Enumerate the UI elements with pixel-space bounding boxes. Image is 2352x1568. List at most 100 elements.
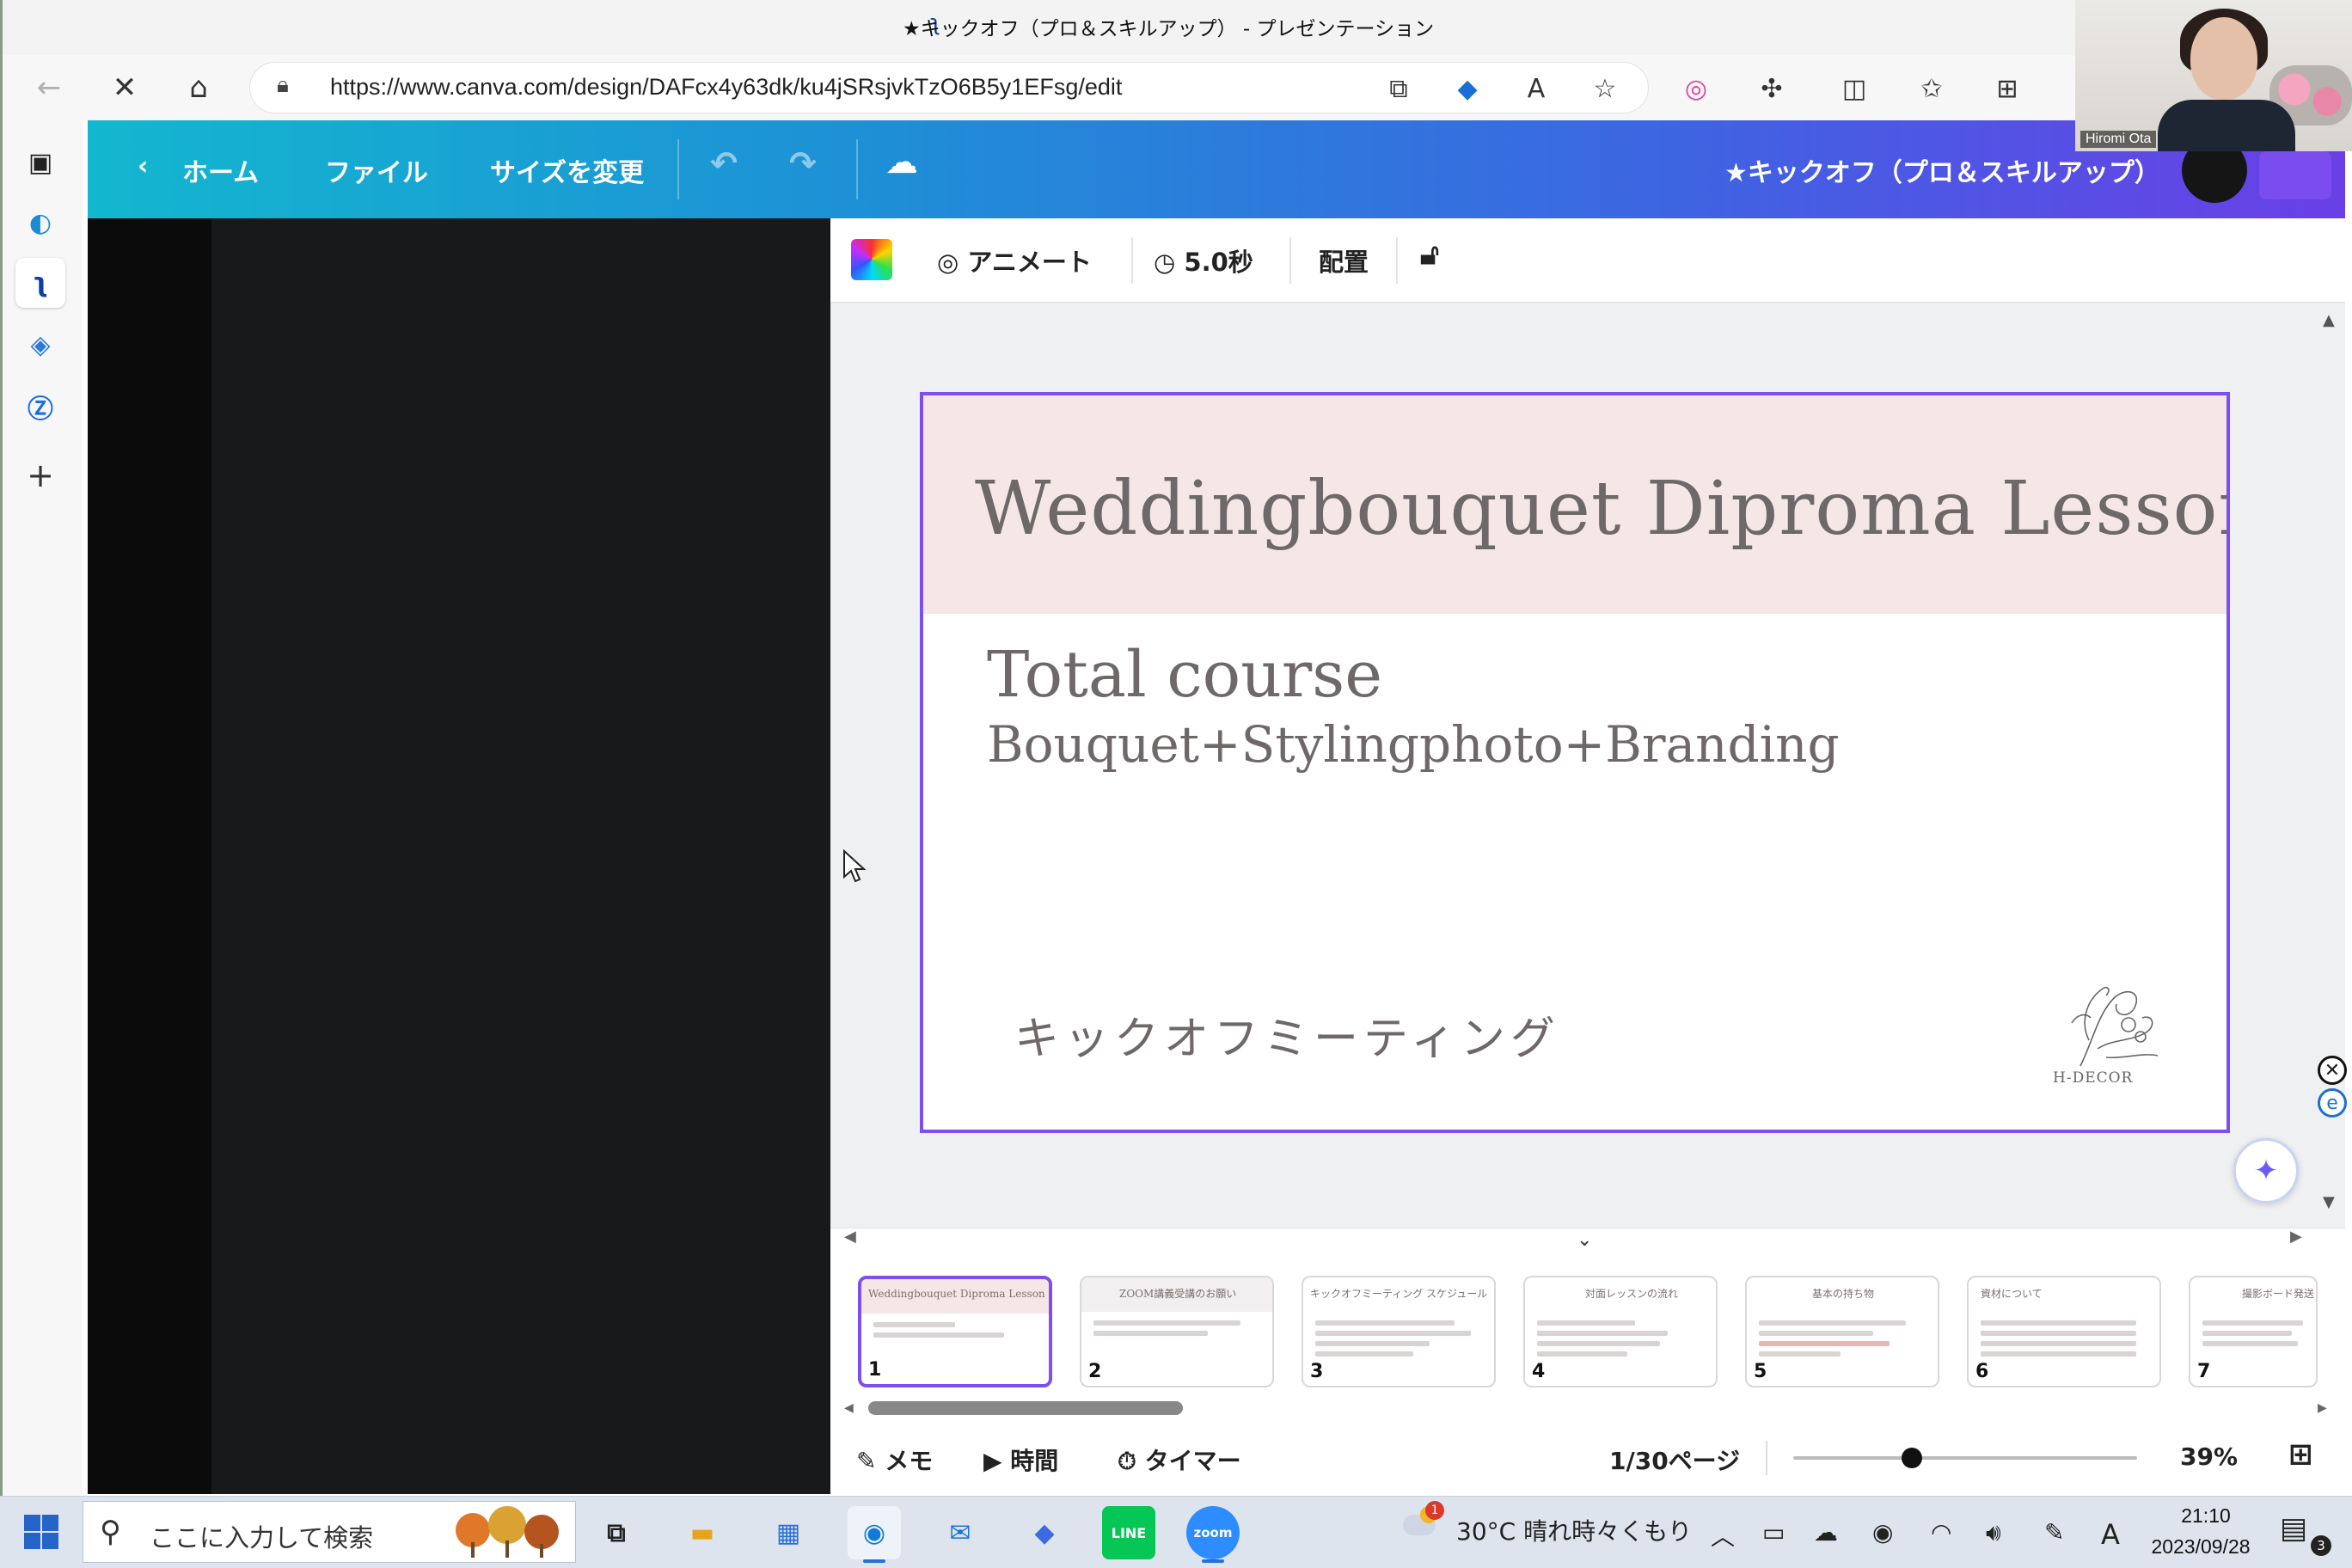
extension-circle-icon[interactable]: ◎ <box>1675 67 1718 110</box>
speaker-icon[interactable]: 🔊︎ <box>1986 1518 2001 1547</box>
scroll-right-icon[interactable]: ▶ <box>2318 1401 2327 1415</box>
collections-icon[interactable]: ⊞ <box>1986 67 2029 110</box>
animate-icon: ◎ <box>937 248 968 277</box>
notes-icon: ✎ <box>856 1447 885 1475</box>
weather-badge: 1 <box>1425 1501 1444 1520</box>
scroll-left-icon[interactable]: ◀ <box>844 1401 854 1415</box>
copilot-icon[interactable]: ◐ <box>15 198 65 248</box>
add-plus-icon[interactable]: + <box>15 450 65 500</box>
design-title[interactable]: ★キックオフ（プロ＆スキルアップ） <box>1724 151 2160 189</box>
timer-button[interactable]: ⏱ タイマー <box>1118 1442 1241 1477</box>
resize-button[interactable]: サイズを変更 <box>490 151 644 189</box>
app-badge-icon[interactable]: ◈ <box>15 320 65 370</box>
favorites-list-icon[interactable]: ✩ <box>1910 67 1953 110</box>
edge-browser-icon[interactable]: ◉ <box>848 1506 901 1563</box>
read-aloud-icon[interactable]: A <box>1515 67 1558 110</box>
undo-icon[interactable]: ↶ <box>710 144 738 182</box>
open-in-app-icon[interactable]: ⧉ <box>1377 67 1420 110</box>
ms-store-icon[interactable]: ▦ <box>762 1506 815 1559</box>
slide-subtitle[interactable]: Total course <box>987 638 1382 712</box>
magic-sparkle-icon[interactable]: ✦ <box>2233 1138 2299 1204</box>
lock-open-icon[interactable]: 🔓︎ <box>1420 237 1439 272</box>
position-button[interactable]: 配置 <box>1319 242 1369 279</box>
clock-date[interactable]: 2023/09/28 <box>2132 1535 2269 1559</box>
zoom-slider[interactable] <box>1793 1456 2137 1460</box>
redo-icon[interactable]: ↷ <box>789 144 817 182</box>
slide-title[interactable]: Weddingbouquet Diproma Lesson <box>975 466 2226 552</box>
thumbnail-number: 1 <box>868 1359 882 1381</box>
url-text[interactable]: https://www.canva.com/design/DAFcx4y63dk… <box>330 74 1122 101</box>
grid-view-icon[interactable]: ⊞ <box>2288 1437 2313 1472</box>
shopping-tag-icon[interactable]: ◆ <box>1446 67 1489 110</box>
canva-tab-icon[interactable]: ʅ <box>15 258 65 308</box>
battery-icon[interactable]: ▭ <box>1762 1518 1785 1547</box>
scroll-down-icon[interactable]: ▼ <box>2323 1193 2335 1211</box>
scroll-up-icon[interactable]: ▲ <box>2323 311 2335 329</box>
page-thumbnail[interactable]: 基本の持ち物 5 <box>1745 1276 1939 1387</box>
tab-actions-icon[interactable]: ▣ <box>15 138 65 187</box>
chevron-left-icon[interactable]: ‹ <box>138 151 148 181</box>
ime-indicator[interactable]: A <box>2101 1518 2120 1551</box>
page-thumbnail[interactable]: ZOOM講義受講のお願い 2 <box>1080 1276 1274 1387</box>
slide-subtitle-detail[interactable]: Bouquet+Stylingphoto+Branding <box>987 715 1840 774</box>
stop-loading-icon[interactable]: ✕ <box>101 64 148 111</box>
page-thumbnail[interactable]: 撮影ボード発送 7 <box>2189 1276 2318 1387</box>
mail-icon[interactable]: ✉ <box>934 1506 987 1559</box>
strip-left-icon[interactable]: ◀ <box>844 1228 856 1246</box>
autumn-trees-icon <box>456 1506 559 1558</box>
onedrive-cloud-icon[interactable]: ☁ <box>1814 1518 1838 1547</box>
page-thumbnail[interactable]: 対面レッスンの流れ 4 <box>1523 1276 1718 1387</box>
close-circle-icon[interactable]: ✕ <box>2318 1056 2347 1085</box>
mouse-cursor-icon <box>843 849 867 883</box>
strip-scrollbar[interactable] <box>868 1401 1183 1415</box>
home-icon[interactable]: ⌂ <box>175 64 222 111</box>
weather-text[interactable]: 30°C 晴れ時々くもり <box>1456 1513 1692 1547</box>
slide-canvas[interactable]: Weddingbouquet Diproma Lesson Total cour… <box>920 392 2230 1133</box>
task-view-icon[interactable]: ⧉ <box>590 1506 643 1559</box>
file-menu[interactable]: ファイル <box>325 151 428 189</box>
pen-icon[interactable]: ✎ <box>2044 1518 2064 1547</box>
camera-icon[interactable]: ◉ <box>1872 1518 1893 1547</box>
extension-e-icon[interactable]: e <box>2318 1088 2347 1118</box>
side-rail <box>88 218 211 1494</box>
page-thumbnail[interactable]: 資材について 6 <box>1967 1276 2161 1387</box>
wifi-icon[interactable]: ◠ <box>1931 1518 1951 1547</box>
color-picker[interactable] <box>851 239 892 280</box>
notification-icon[interactable]: ▤ <box>2280 1511 2307 1546</box>
zoom-app-icon[interactable]: Ⓩ <box>15 382 65 432</box>
weather-icon[interactable]: 1 <box>1400 1501 1444 1546</box>
copilot-taskbar-icon[interactable]: ◆ <box>1018 1506 1071 1559</box>
page-thumbnail[interactable]: Weddingbouquet Diproma Lesson 1 <box>858 1276 1052 1387</box>
thumbnail-number: 2 <box>1088 1361 1102 1382</box>
extensions-puzzle-icon[interactable]: ✣ <box>1750 67 1793 110</box>
page-thumbnail[interactable]: キックオフミーティング スケジュール 3 <box>1302 1276 1496 1387</box>
file-explorer-icon[interactable]: ▬ <box>676 1506 729 1559</box>
strip-right-icon[interactable]: ▶ <box>2290 1228 2302 1246</box>
line-app-icon[interactable]: LINE <box>1102 1506 1155 1559</box>
thumbnail-number: 3 <box>1310 1361 1324 1382</box>
home-link[interactable]: ホーム <box>182 151 259 189</box>
share-button[interactable] <box>2259 151 2331 199</box>
timing-button[interactable]: ▶ 時間 <box>983 1442 1058 1477</box>
lock-icon[interactable]: 🔒︎ <box>277 72 289 99</box>
back-arrow-icon[interactable]: ← <box>26 64 72 111</box>
zoom-level[interactable]: 39% <box>2180 1442 2238 1471</box>
favorite-star-icon[interactable]: ☆ <box>1583 67 1626 110</box>
cloud-saved-icon[interactable]: ☁ <box>885 143 918 181</box>
video-participant-tile[interactable]: Hiromi Ota <box>2075 0 2352 151</box>
thumbnail-number: 6 <box>1975 1361 1989 1382</box>
notes-button[interactable]: ✎ メモ <box>856 1442 933 1477</box>
animate-button[interactable]: ◎ アニメート <box>937 242 1092 279</box>
search-placeholder[interactable]: ここに入力して検索 <box>150 1518 373 1554</box>
chevron-up-icon[interactable]: ︿ <box>1711 1518 1735 1553</box>
clock-time[interactable]: 21:10 <box>2146 1504 2266 1528</box>
split-screen-icon[interactable]: ◫ <box>1833 67 1876 110</box>
zoom-taskbar-icon[interactable]: zoom <box>1186 1506 1240 1563</box>
duration-button[interactable]: ◷ 5.0秒 <box>1154 242 1253 279</box>
slide-japanese-caption[interactable]: キックオフミーティング <box>1014 1002 1560 1067</box>
chevron-down-icon[interactable]: ⌄ <box>1577 1229 1592 1251</box>
windows-start-icon[interactable] <box>21 1511 62 1553</box>
clock-icon: ◷ <box>1154 248 1185 277</box>
zoom-slider-handle[interactable] <box>1902 1448 1922 1468</box>
page-indicator[interactable]: 1/30ページ <box>1609 1442 1740 1477</box>
